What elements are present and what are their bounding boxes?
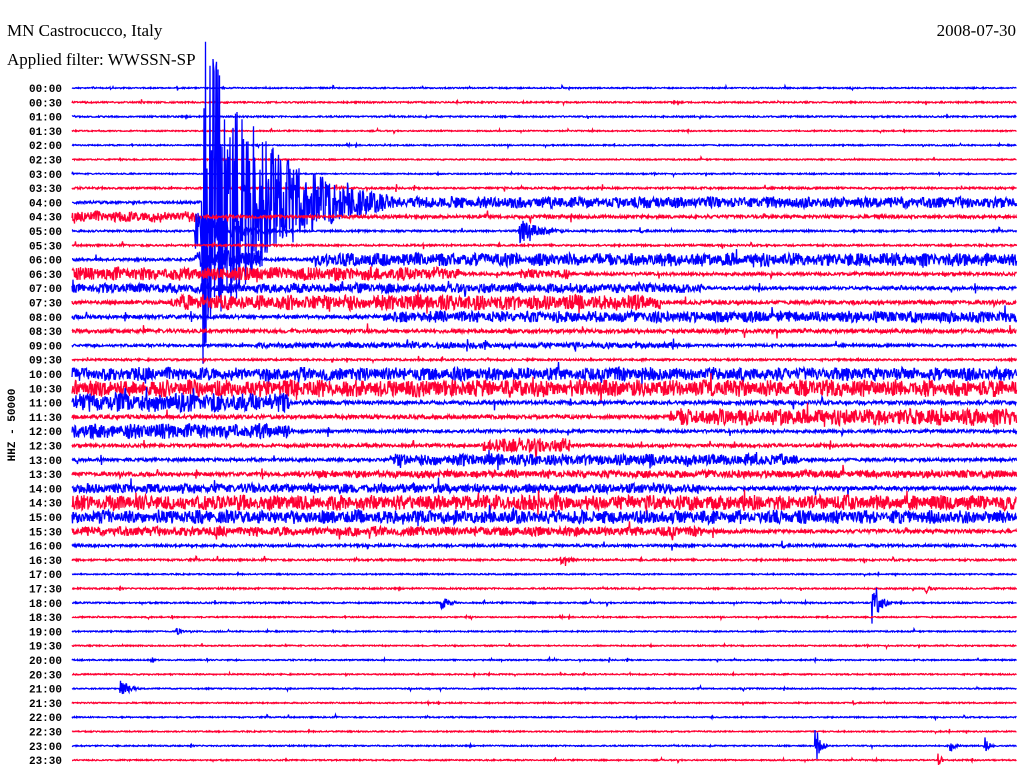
time-label: 12:30	[29, 442, 62, 454]
trace-1730	[71, 584, 1018, 595]
time-label: 01:00	[29, 113, 62, 125]
time-label: 05:30	[29, 241, 62, 253]
trace-2300	[71, 729, 1017, 760]
trace-1430	[71, 489, 1018, 515]
trace-1630	[71, 555, 1018, 566]
time-label: 00:30	[29, 98, 62, 110]
trace-0530	[71, 240, 1018, 250]
trace-0730	[71, 289, 1017, 314]
time-label: 09:00	[29, 341, 62, 353]
channel-label: HHZ - 50000	[7, 389, 19, 462]
time-label: 04:30	[29, 213, 62, 225]
station-title: MN Castrocucco, Italy	[7, 21, 163, 40]
time-label: 08:30	[29, 327, 62, 339]
time-label: 13:00	[29, 456, 62, 468]
trace-1530	[71, 521, 1018, 541]
trace-1200	[71, 422, 1018, 441]
time-label: 16:00	[29, 542, 62, 554]
time-label: 16:30	[29, 556, 62, 568]
time-label: 06:30	[29, 270, 62, 282]
trace-1900	[71, 626, 1017, 636]
time-label: 03:00	[29, 170, 62, 182]
trace-2130	[71, 699, 1017, 707]
trace-1330	[71, 464, 1018, 480]
time-label: 01:30	[29, 127, 62, 139]
trace-1230	[71, 437, 1018, 458]
time-label: 22:30	[29, 728, 62, 740]
trace-2230	[71, 728, 1017, 735]
trace-1830	[71, 613, 1018, 622]
trace-0600	[71, 249, 1018, 272]
time-label: 10:30	[29, 384, 62, 396]
time-label: 00:00	[29, 84, 62, 96]
trace-1400	[71, 477, 1017, 496]
time-label: 05:00	[29, 227, 62, 239]
trace-0900	[71, 338, 1018, 352]
time-label: 07:30	[29, 299, 62, 311]
time-labels: 00:00 00:30 01:00 01:30 02:00 02:30 03:00 03:30…	[29, 84, 62, 768]
time-label: 14:30	[29, 499, 62, 511]
time-label: 10:00	[29, 370, 62, 382]
time-label: 19:30	[29, 642, 62, 654]
trace-2030	[71, 670, 1017, 679]
time-label: 17:00	[29, 570, 62, 582]
time-label: 12:00	[29, 427, 62, 439]
time-label: 13:30	[29, 470, 62, 482]
time-label: 02:30	[29, 156, 62, 168]
trace-0700	[71, 279, 1018, 297]
helicorder-chart: 00:00 00:30 01:00 01:30 02:00 02:30 03:00 03:30…	[0, 0, 1024, 780]
time-label: 02:00	[29, 141, 62, 153]
trace-0930	[71, 355, 1018, 365]
trace-1800	[71, 587, 1017, 624]
trace-0830	[71, 323, 1017, 339]
trace-0630	[71, 265, 1018, 283]
time-label: 23:00	[29, 742, 62, 754]
time-label: 15:00	[29, 513, 62, 525]
trace-1600	[71, 540, 1017, 551]
time-label: 19:00	[29, 627, 62, 639]
trace-2100	[71, 680, 1017, 695]
time-label: 04:00	[29, 198, 62, 210]
traces	[71, 41, 1018, 766]
time-label: 17:30	[29, 585, 62, 597]
time-label: 20:00	[29, 656, 62, 668]
filter-label: Applied filter: WWSSN-SP	[7, 50, 196, 69]
trace-1500	[71, 504, 1018, 527]
time-label: 14:00	[29, 484, 62, 496]
time-label: 21:30	[29, 699, 62, 711]
time-label: 06:00	[29, 256, 62, 268]
trace-0800	[71, 305, 1018, 325]
time-label: 11:30	[29, 413, 62, 425]
trace-2330	[72, 753, 1017, 766]
trace-2000	[71, 655, 1017, 665]
seismogram-plot: 00:00 00:30 01:00 01:30 02:00 02:30 03:00 03:30…	[7, 21, 1018, 768]
time-label: 20:30	[29, 670, 62, 682]
time-label: 08:00	[29, 313, 62, 325]
time-label: 11:00	[29, 399, 62, 411]
time-label: 07:00	[29, 284, 62, 296]
time-label: 03:30	[29, 184, 62, 196]
time-label: 18:00	[29, 599, 62, 611]
time-label: 09:30	[29, 356, 62, 368]
date-label: 2008-07-30	[937, 21, 1016, 40]
time-label: 23:30	[29, 756, 62, 768]
trace-1930	[71, 642, 1017, 651]
trace-2200	[71, 712, 1017, 722]
trace-1700	[71, 571, 1017, 578]
time-label: 15:30	[29, 527, 62, 539]
time-label: 18:30	[29, 613, 62, 625]
time-label: 21:00	[29, 685, 62, 697]
trace-1300	[71, 449, 1018, 471]
trace-1000	[71, 361, 1018, 385]
time-label: 22:00	[29, 713, 62, 725]
